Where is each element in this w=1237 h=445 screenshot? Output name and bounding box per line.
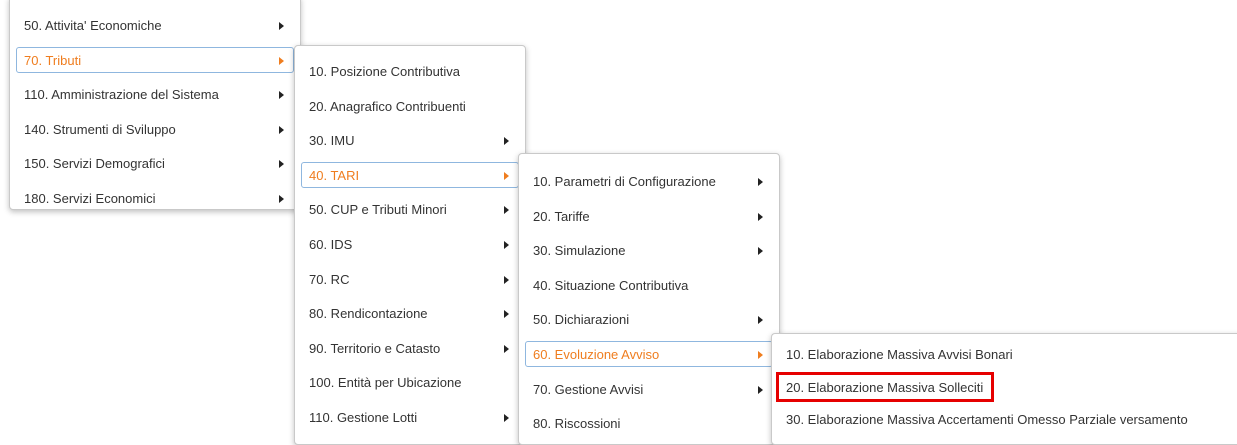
menu-item-label: 80. Rendicontazione <box>309 306 428 322</box>
menu-item-label: 50. Attivita' Economiche <box>24 18 162 33</box>
menu-item-tari[interactable]: 40. TARI <box>301 161 519 188</box>
menu-item-label: 10. Posizione Contributiva <box>309 64 461 79</box>
submenu-arrow-icon <box>504 310 509 319</box>
submenu-arrow-icon <box>279 56 284 65</box>
menu-item-label: 60. IDS <box>309 237 353 252</box>
menu-item-amministrazione-del-sistema[interactable]: 110. Amministrazione del Sistema <box>16 81 294 107</box>
menu-item-label: 20. Elaborazione Massiva Solleciti <box>786 379 984 395</box>
submenu-arrow-icon <box>279 160 284 169</box>
submenu-arrow-icon <box>504 171 509 180</box>
menu-item-label: 20. Tariffe <box>533 208 590 224</box>
menu-item-label: 20. Anagrafico Contribuenti <box>309 98 466 114</box>
menu-item-label: 80. Riscossioni <box>533 416 621 432</box>
submenu-arrow-icon <box>279 91 284 100</box>
menu-item-gestione-avvisi[interactable]: 70. Gestione Avvisi <box>525 376 773 402</box>
menu-item-label: 50. Dichiarazioni <box>533 312 630 328</box>
menu-item-strumenti-di-sviluppo[interactable]: 140. Strumenti di Sviluppo <box>16 116 294 142</box>
submenu-arrow-icon <box>758 212 763 221</box>
submenu-arrow-icon <box>279 125 284 134</box>
menu-item-label: 110. Amministrazione del Sistema <box>24 87 219 103</box>
submenu-arrow-icon <box>504 414 509 422</box>
menu-item-servizi-demografici[interactable]: 150. Servizi Demografici <box>16 150 294 176</box>
menu-item-label: 70. Tributi <box>24 52 82 68</box>
menu-item-label: 30. IMU <box>309 133 355 149</box>
menu-item-ids[interactable]: 60. IDS <box>301 231 519 257</box>
menu-item-rendicontazione[interactable]: 80. Rendicontazione <box>301 300 519 326</box>
menu-item-evoluzione-avviso[interactable]: 60. Evoluzione Avviso <box>525 341 773 367</box>
menu-item-label: 30. Elaborazione Massiva Accertamenti Om… <box>786 412 1188 427</box>
submenu-arrow-icon <box>504 206 509 215</box>
submenu-arrow-icon <box>758 351 763 359</box>
menu-item-label: 100. Entità per Ubicazione <box>309 375 462 391</box>
submenu-arrow-icon <box>279 195 284 203</box>
menu-item-label: 140. Strumenti di Sviluppo <box>24 121 176 137</box>
menu-item-label: 10. Parametri di Configurazione <box>533 174 716 189</box>
submenu-arrow-icon <box>504 137 509 146</box>
menu-item-label: 60. Evoluzione Avviso <box>533 347 660 362</box>
submenu-arrow-icon <box>504 275 509 284</box>
menu-item-label: 40. TARI <box>309 167 360 183</box>
menu-item-label: 110. Gestione Lotti <box>309 410 418 425</box>
menu-item-attivita-economiche[interactable]: 50. Attivita' Economiche <box>16 12 294 38</box>
menu-level-4-evoluzione-avviso: 10. Elaborazione Massiva Avvisi Bonari 20… <box>771 333 1237 445</box>
menu-level-3-tari: 10. Parametri di Configurazione 20. Tarif… <box>518 153 780 445</box>
submenu-arrow-icon <box>504 344 509 353</box>
menu-item-label: 70. Gestione Avvisi <box>533 381 644 397</box>
menu-item-label: 90. Territorio e Catasto <box>309 340 441 356</box>
menu-item-cup-e-tributi-minori[interactable]: 50. CUP e Tributi Minori <box>301 196 519 222</box>
menu-item-tariffe[interactable]: 20. Tariffe <box>525 203 773 229</box>
menu-item-anagrafico-contribuenti[interactable]: 20. Anagrafico Contribuenti <box>301 93 519 119</box>
menu-item-label: 30. Simulazione <box>533 243 626 259</box>
menu-item-territorio-e-catasto[interactable]: 90. Territorio e Catasto <box>301 335 519 361</box>
menu-item-rc[interactable]: 70. RC <box>301 266 519 292</box>
submenu-arrow-icon <box>758 178 763 186</box>
submenu-arrow-icon <box>758 385 763 394</box>
menu-item-label: 150. Servizi Demografici <box>24 156 165 172</box>
menu-item-simulazione[interactable]: 30. Simulazione <box>525 237 773 263</box>
menu-item-elaborazione-massiva-avvisi-bonari[interactable]: 10. Elaborazione Massiva Avvisi Bonari <box>778 341 1237 367</box>
menu-item-label: 180. Servizi Economici <box>24 191 156 206</box>
menu-item-dichiarazioni[interactable]: 50. Dichiarazioni <box>525 306 773 332</box>
menu-item-elaborazione-massiva-solleciti[interactable]: 20. Elaborazione Massiva Solleciti <box>775 371 995 402</box>
submenu-arrow-icon <box>504 241 509 249</box>
menu-item-label: 40. Situazione Contributiva <box>533 277 689 293</box>
menu-item-gestione-lotti[interactable]: 110. Gestione Lotti <box>301 404 519 430</box>
menu-level-2-tributi: 10. Posizione Contributiva 20. Anagrafico… <box>294 45 526 445</box>
menu-item-servizi-economici[interactable]: 180. Servizi Economici <box>16 185 294 209</box>
menu-item-imu[interactable]: 30. IMU <box>301 127 519 153</box>
submenu-arrow-icon <box>758 316 763 325</box>
menu-item-entita-per-ubicazione[interactable]: 100. Entità per Ubicazione <box>301 369 519 395</box>
submenu-arrow-icon <box>279 22 284 30</box>
menu-item-situazione-contributiva[interactable]: 40. Situazione Contributiva <box>525 272 773 298</box>
submenu-arrow-icon <box>758 247 763 256</box>
menu-item-label: 50. CUP e Tributi Minori <box>309 202 447 218</box>
menu-item-label: 70. RC <box>309 271 350 287</box>
menu-item-label: 10. Elaborazione Massiva Avvisi Bonari <box>786 347 1013 362</box>
menu-item-parametri-di-configurazione[interactable]: 10. Parametri di Configurazione <box>525 168 773 194</box>
menu-item-posizione-contributiva[interactable]: 10. Posizione Contributiva <box>301 58 519 84</box>
menu-level-1: 50. Attivita' Economiche 70. Tributi 110. … <box>9 0 301 210</box>
menu-item-riscossioni[interactable]: 80. Riscossioni <box>525 410 773 436</box>
menu-item-tributi[interactable]: 70. Tributi <box>16 46 294 73</box>
menu-item-elaborazione-massiva-accertamenti-omesso-parziale-versamento[interactable]: 30. Elaborazione Massiva Accertamenti Om… <box>778 406 1237 432</box>
